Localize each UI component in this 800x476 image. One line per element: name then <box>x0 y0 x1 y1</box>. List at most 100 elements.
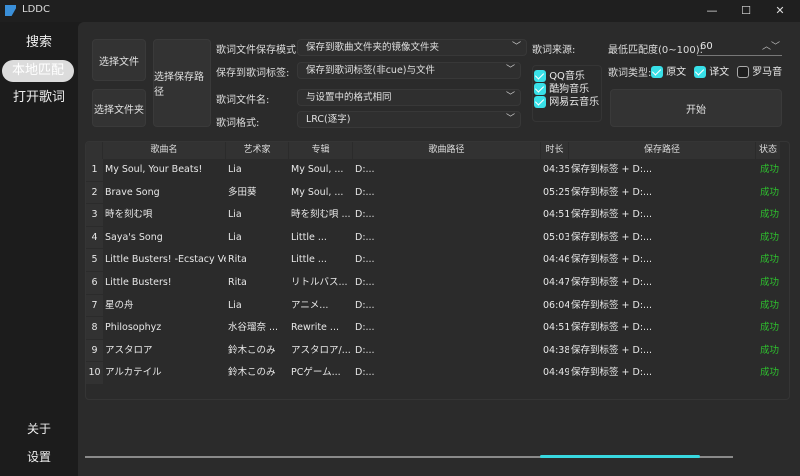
row-number: 8 <box>86 317 103 340</box>
cell-status: 成功 <box>759 254 779 266</box>
cell-save-path: 保存到标签 + D:... <box>571 322 653 334</box>
select-file-button[interactable]: 选择文件 <box>92 39 146 81</box>
cell-song-name: Brave Song <box>105 186 160 198</box>
checkbox-checked-icon[interactable] <box>694 66 706 78</box>
checkbox-unchecked-icon[interactable] <box>737 66 749 78</box>
sidebar-item-about[interactable]: 关于 <box>0 418 78 440</box>
table-row[interactable]: 4 Saya's Song Lia Little ... D:... 05:03 保存到标签… <box>86 226 781 250</box>
cell-song-name: Little Busters! <box>105 277 172 288</box>
checkbox-checked-icon[interactable] <box>651 66 663 78</box>
filename-value: 与设置中的格式相同 <box>306 92 392 103</box>
cell-album: アニメ... <box>291 299 329 311</box>
row-number: 10 <box>86 362 103 385</box>
save-mode-select[interactable]: 保存到歌曲文件夹的镜像文件夹 ﹀ <box>297 39 527 56</box>
cell-save-path: 保存到标签 + D:... <box>571 209 653 221</box>
cell-duration: 05:03 <box>543 231 569 243</box>
lyric-type-romaji-label: 罗马音 <box>752 67 783 78</box>
min-score-value[interactable]: 60 <box>700 41 713 52</box>
cell-duration: 04:51 <box>543 209 569 221</box>
row-number: 1 <box>86 159 103 182</box>
sidebar-item-search[interactable]: 搜索 <box>0 32 78 54</box>
cell-song-name: 星の舟 <box>105 299 134 311</box>
column-header[interactable]: 艺术家 <box>226 142 289 159</box>
checkbox-checked-icon[interactable] <box>534 96 546 108</box>
save-mode-label: 歌词文件保存模式: <box>216 45 300 56</box>
column-header[interactable]: 时长 <box>541 142 569 159</box>
close-button[interactable]: ✕ <box>770 3 790 19</box>
title-bar: LDDC — ☐ ✕ <box>0 0 800 22</box>
table-row[interactable]: 10 アルカテイル 鈴木このみ PCゲーム... D:... 04:49 保存到标签 + D… <box>86 362 781 385</box>
cell-save-path: 保存到标签 + D:... <box>571 231 653 243</box>
column-header[interactable]: 状态 <box>756 142 781 159</box>
cell-album: Rewrite ... <box>291 322 339 334</box>
lyric-type-romaji[interactable]: 罗马音 <box>737 63 782 78</box>
minimize-button[interactable]: — <box>702 3 722 19</box>
spin-up-down-icon[interactable]: ︿﹀ <box>762 39 780 55</box>
table-row[interactable]: 3 時を刻む唄 Lia 時を刻む唄 ... D:... 04:51 保存到标签 + D:..… <box>86 204 781 227</box>
cell-artist: Lia <box>228 231 242 243</box>
cell-song-path: D:... <box>355 344 375 356</box>
cell-artist: Lia <box>228 299 242 311</box>
cell-save-path: 保存到标签 + D:... <box>571 186 653 198</box>
row-number: 4 <box>86 226 103 250</box>
cell-status: 成功 <box>759 209 779 221</box>
select-folder-button[interactable]: 选择文件夹 <box>92 89 146 127</box>
lyric-type-original[interactable]: 原文 <box>651 63 686 78</box>
cell-artist: 鈴木このみ <box>228 344 276 356</box>
source-netease[interactable]: 网易云音乐 <box>534 93 599 108</box>
select-save-path-button[interactable]: 选择保存路径 <box>153 39 211 127</box>
cell-album: アスタロア/... <box>291 344 351 356</box>
column-header[interactable]: 歌曲路径 <box>353 142 541 159</box>
table-row[interactable]: 9 アスタロア 鈴木このみ アスタロア/... D:... 04:38 保存到标签 + D:… <box>86 339 781 363</box>
cell-album: PCゲーム... <box>291 367 341 379</box>
filename-select[interactable]: 与设置中的格式相同 ﹀ <box>297 89 521 106</box>
cell-status: 成功 <box>759 231 779 243</box>
chevron-down-icon: ﹀ <box>505 92 515 102</box>
column-header[interactable]: 歌曲名 <box>103 142 226 159</box>
cell-artist: 鈴木このみ <box>228 367 276 379</box>
cell-save-path: 保存到标签 + D:... <box>571 344 653 356</box>
sidebar-item-settings[interactable]: 设置 <box>0 446 78 468</box>
app-logo-icon <box>5 5 16 16</box>
cell-save-path: 保存到标签 + D:... <box>571 277 653 288</box>
cell-song-name: My Soul, Your Beats! <box>105 164 203 175</box>
cell-duration: 04:51 <box>543 322 569 334</box>
table-row[interactable]: 2 Brave Song 多田葵 My Soul, ... D:... 05:25 保存到标… <box>86 181 781 205</box>
cell-song-name: アスタロア <box>105 344 153 356</box>
column-header[interactable]: 专辑 <box>289 142 353 159</box>
sidebar-item-open-lyrics[interactable]: 打开歌词 <box>0 87 78 109</box>
cell-song-path: D:... <box>355 367 375 379</box>
cell-song-name: Little Busters! -Ecstacy Ver.- <box>105 254 226 266</box>
cell-artist: Rita <box>228 277 247 288</box>
filename-label: 歌词文件名: <box>216 95 270 106</box>
column-header[interactable]: 保存路径 <box>569 142 756 159</box>
maximize-button[interactable]: ☐ <box>736 3 756 19</box>
row-number: 3 <box>86 204 103 227</box>
cell-song-name: 時を刻む唄 <box>105 209 153 221</box>
format-select[interactable]: LRC(逐字) ﹀ <box>297 111 521 128</box>
sidebar-item-local-match[interactable]: 本地匹配 <box>2 60 74 82</box>
format-value: LRC(逐字) <box>306 114 351 125</box>
cell-album: Little ... <box>291 254 327 266</box>
cell-album: My Soul, ... <box>291 164 344 175</box>
table-row[interactable]: 1 My Soul, Your Beats! Lia My Soul, ... D:..… <box>86 159 781 182</box>
cell-song-name: Philosophyz <box>105 322 162 334</box>
cell-duration: 04:35 <box>543 164 569 175</box>
save-tag-value: 保存到歌词标签(非cue)与文件 <box>306 65 436 76</box>
chevron-down-icon: ﹀ <box>505 114 515 124</box>
start-button[interactable]: 开始 <box>610 89 782 127</box>
save-tag-select[interactable]: 保存到歌词标签(非cue)与文件 ﹀ <box>297 62 521 79</box>
save-tag-label: 保存到歌词标签: <box>216 68 290 79</box>
results-table[interactable]: 歌曲名 艺术家 专辑 歌曲路径 时长 保存路径 状态 1 My Soul, Your Beats… <box>85 141 790 400</box>
lyric-type-translation[interactable]: 译文 <box>694 63 729 78</box>
table-row[interactable]: 5 Little Busters! -Ecstacy Ver.- Rita Littl… <box>86 249 781 272</box>
cell-save-path: 保存到标签 + D:... <box>571 254 653 266</box>
cell-status: 成功 <box>759 367 779 379</box>
table-row[interactable]: 8 Philosophyz 水谷瑠奈 ... Rewrite ... D:... 04:5… <box>86 317 781 340</box>
min-score-spinbox[interactable]: 60 ︿﹀ <box>697 39 782 56</box>
row-number: 9 <box>86 339 103 363</box>
table-row[interactable]: 7 星の舟 Lia アニメ... D:... 06:04 保存到标签 + D:... 成功 <box>86 294 781 318</box>
table-row[interactable]: 6 Little Busters! Rita リトルバス... D:... 04:47 保存… <box>86 272 781 295</box>
cell-status: 成功 <box>759 277 779 288</box>
cell-artist: Lia <box>228 209 242 221</box>
